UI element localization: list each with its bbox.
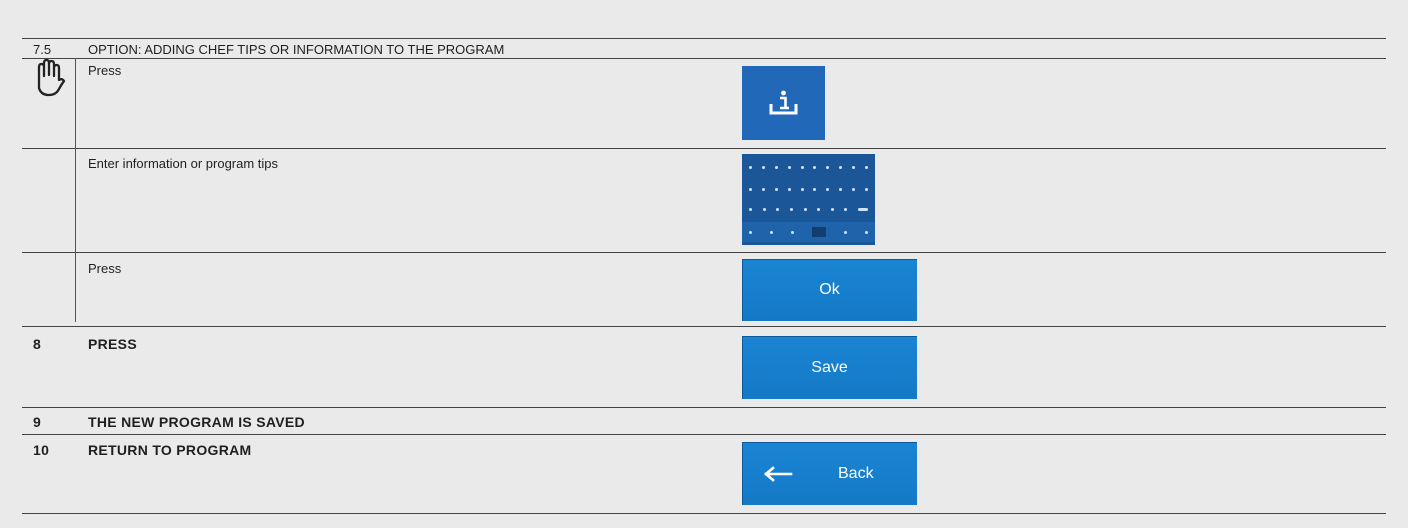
back-button-label: Back <box>838 464 874 482</box>
rule-step-9 <box>22 434 1386 435</box>
info-tile-button[interactable] <box>742 66 825 140</box>
step-8-text: PRESS <box>88 336 137 352</box>
save-button[interactable]: Save <box>742 336 917 399</box>
back-button[interactable]: Back <box>742 442 917 505</box>
section-title: OPTION: ADDING CHEF TIPS OR INFORMATION … <box>88 42 505 57</box>
rule-section-header <box>22 58 1386 59</box>
rule-top <box>22 38 1386 39</box>
step-9-number: 9 <box>33 414 42 430</box>
step-10-number: 10 <box>33 442 50 458</box>
step-enter-info-text: Enter information or program tips <box>88 156 279 171</box>
step-9-text: THE NEW PROGRAM IS SAVED <box>88 414 305 430</box>
option-column-divider <box>75 58 76 322</box>
rule-step-3 <box>22 326 1386 327</box>
info-tray-icon <box>769 90 798 115</box>
step-10-text: RETURN TO PROGRAM <box>88 442 252 458</box>
ok-button[interactable]: Ok <box>742 259 917 321</box>
rule-step-8 <box>22 407 1386 408</box>
hand-icon <box>37 58 66 97</box>
step-8-number: 8 <box>33 336 42 352</box>
arrow-left-icon <box>764 465 793 482</box>
keyboard-thumbnail[interactable] <box>742 154 875 245</box>
section-number: 7.5 <box>33 42 52 57</box>
step-press-info-text: Press <box>88 63 122 78</box>
step-press-ok-text: Press <box>88 261 122 276</box>
rule-step-1 <box>22 148 1386 149</box>
rule-bottom <box>22 513 1386 514</box>
rule-step-2 <box>22 252 1386 253</box>
